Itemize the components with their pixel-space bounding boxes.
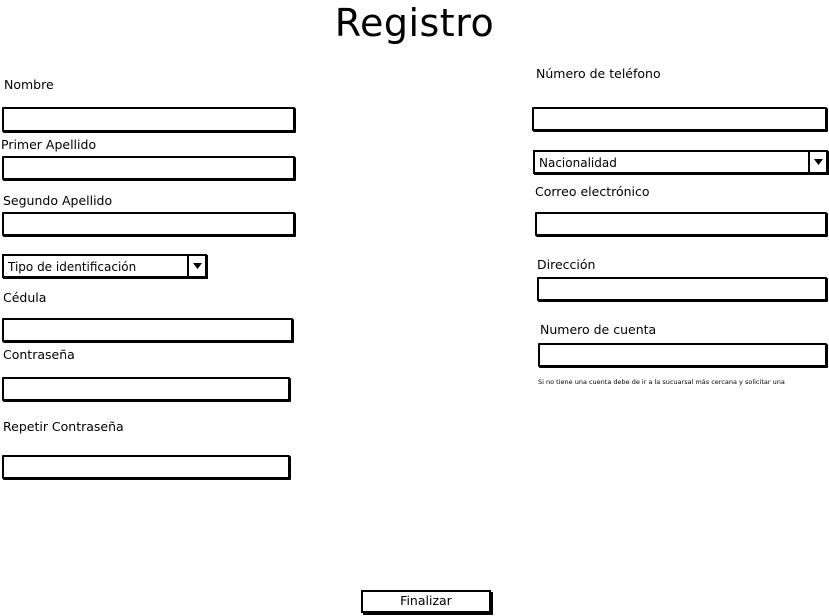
tipo-identificacion-value: Tipo de identificación bbox=[8, 260, 137, 274]
telefono-label: Número de teléfono bbox=[536, 66, 661, 81]
chevron-down-icon[interactable] bbox=[187, 256, 205, 276]
numero-cuenta-label: Numero de cuenta bbox=[540, 322, 657, 337]
cedula-label: Cédula bbox=[3, 290, 47, 305]
cuenta-help-text: Si no tiene una cuenta debe de ir a la s… bbox=[538, 378, 785, 386]
repetir-contrasena-label: Repetir Contraseña bbox=[3, 419, 124, 434]
cedula-field[interactable] bbox=[2, 318, 293, 342]
nombre-field[interactable] bbox=[2, 107, 295, 132]
finalizar-button[interactable]: Finalizar bbox=[361, 590, 491, 613]
correo-field[interactable] bbox=[535, 212, 827, 236]
primer-apellido-field[interactable] bbox=[2, 156, 295, 180]
segundo-apellido-label: Segundo Apellido bbox=[3, 193, 113, 208]
tipo-identificacion-select[interactable]: Tipo de identificación bbox=[2, 254, 207, 278]
nacionalidad-select[interactable]: Nacionalidad bbox=[533, 150, 828, 174]
page-title: Registro bbox=[334, 1, 495, 45]
correo-label: Correo electrónico bbox=[535, 184, 650, 199]
nacionalidad-value: Nacionalidad bbox=[539, 156, 617, 170]
chevron-down-icon[interactable] bbox=[808, 152, 826, 172]
segundo-apellido-field[interactable] bbox=[2, 212, 295, 236]
primer-apellido-label: Primer Apellido bbox=[1, 137, 97, 152]
direccion-label: Dirección bbox=[537, 257, 596, 272]
contrasena-field[interactable] bbox=[2, 377, 290, 401]
telefono-field[interactable] bbox=[532, 107, 827, 131]
numero-cuenta-field[interactable] bbox=[538, 343, 827, 367]
contrasena-label: Contraseña bbox=[3, 347, 75, 362]
nombre-label: Nombre bbox=[4, 77, 54, 92]
direccion-field[interactable] bbox=[537, 277, 827, 301]
repetir-contrasena-field[interactable] bbox=[2, 455, 290, 479]
